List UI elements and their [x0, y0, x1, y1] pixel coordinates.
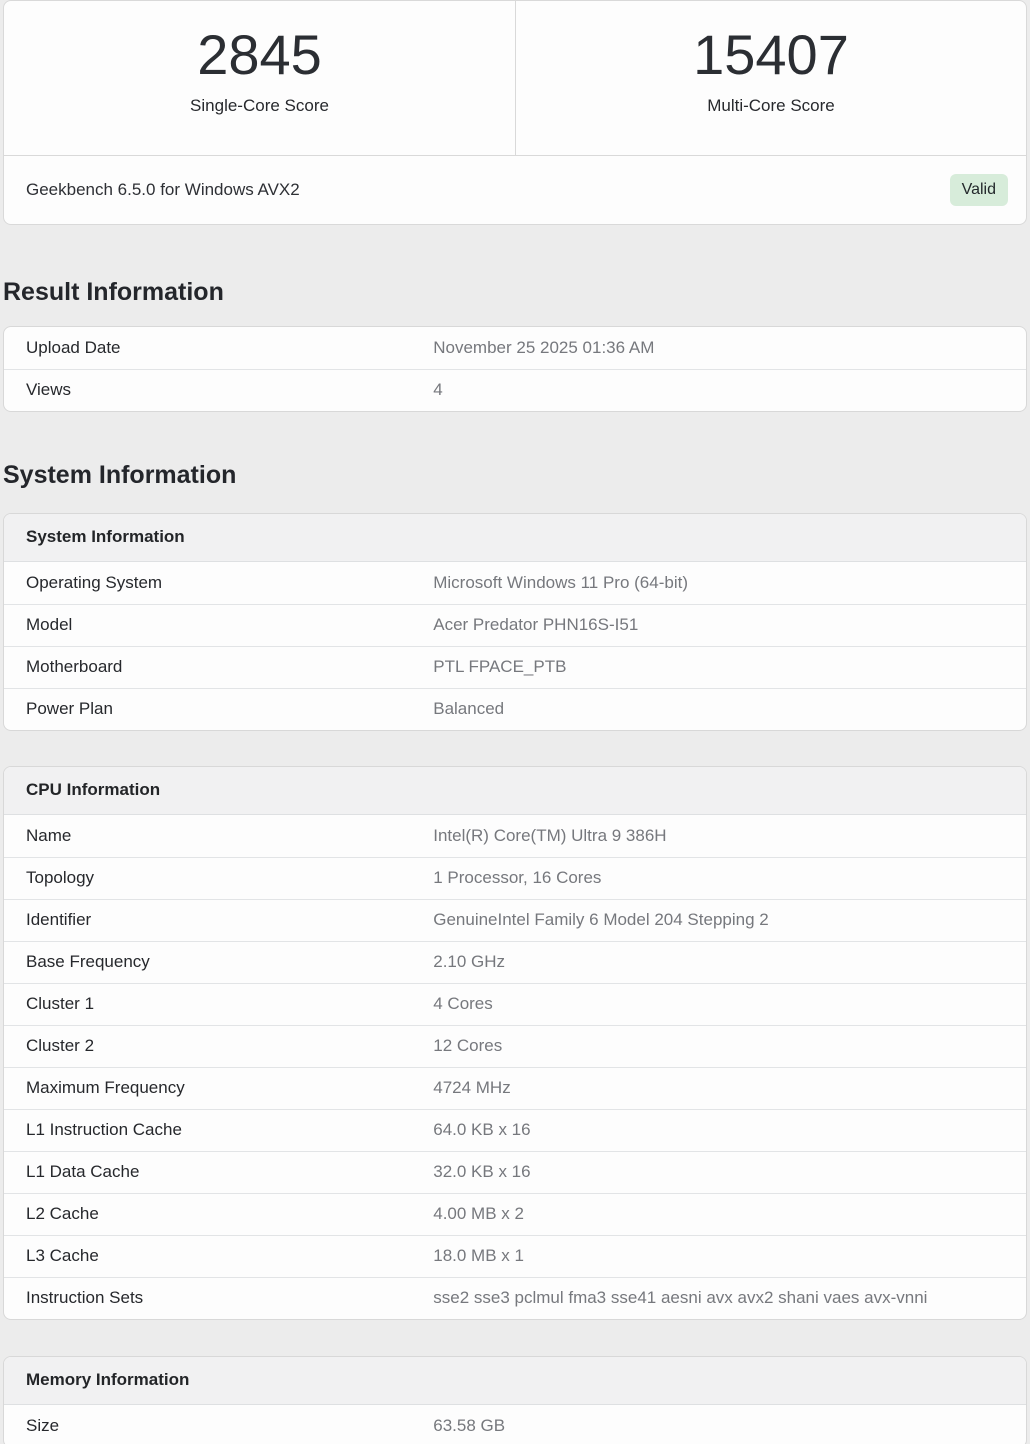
table-row: Instruction Sets sse2 sse3 pclmul fma3 ss…: [4, 1276, 1026, 1319]
row-value: Balanced: [433, 699, 505, 718]
table-row: Cluster 1 4 Cores: [4, 982, 1026, 1025]
row-label: L1 Data Cache: [26, 1162, 140, 1181]
memory-information-table-body: Size 63.58 GB: [4, 1405, 1026, 1444]
result-information-heading: Result Information: [3, 278, 224, 306]
single-core-score-value: 2845: [197, 23, 322, 86]
row-value: 12 Cores: [433, 1036, 503, 1055]
row-value: 4.00 MB x 2: [433, 1204, 524, 1223]
memory-information-table-header: Memory Information: [4, 1356, 1026, 1405]
row-label: Name: [26, 825, 72, 845]
row-label: Model: [26, 615, 73, 634]
row-value: PTL FPACE_PTB: [433, 657, 567, 676]
single-core-score-label: Single-Core Score: [190, 96, 329, 116]
system-information-table: System Information Operating System Micro…: [3, 512, 1027, 731]
benchmark-version-label: Geekbench 6.5.0 for Windows AVX2: [26, 180, 300, 199]
row-label: Instruction Sets: [26, 1288, 144, 1307]
table-row: Topology 1 Processor, 16 Cores: [4, 856, 1026, 899]
row-label: Cluster 2: [26, 1036, 95, 1055]
table-row: Operating System Microsoft Windows 11 Pro…: [4, 562, 1026, 604]
row-label: Power Plan: [26, 699, 113, 718]
row-value: November 25 2025 01:36 AM: [433, 337, 655, 357]
multi-core-score-label: Multi-Core Score: [707, 96, 835, 116]
result-information-table: Upload Date November 25 2025 01:36 AM View…: [3, 325, 1027, 412]
row-label: L1 Instruction Cache: [26, 1120, 182, 1139]
row-label: L3 Cache: [26, 1246, 99, 1265]
row-label: L2 Cache: [26, 1204, 99, 1223]
single-core-score-box: 2845 Single-Core Score: [4, 1, 515, 155]
row-value: GenuineIntel Family 6 Model 204 Stepping…: [433, 910, 769, 929]
cpu-information-table-body: Name Intel(R) Core(TM) Ultra 9 386H Topolo…: [4, 815, 1026, 1319]
row-label: Topology: [26, 868, 95, 887]
table-row: L3 Cache 18.0 MB x 1: [4, 1234, 1026, 1277]
valid-status-badge: Valid: [949, 174, 1008, 206]
row-value: Acer Predator PHN16S-I51: [433, 615, 639, 634]
row-label: Maximum Frequency: [26, 1078, 185, 1097]
system-information-heading: System Information: [3, 460, 237, 489]
row-label: Motherboard: [26, 657, 123, 676]
row-label: Size: [26, 1415, 60, 1435]
table-row: L1 Data Cache 32.0 KB x 16: [4, 1150, 1026, 1193]
table-row: Identifier GenuineIntel Family 6 Model 20…: [4, 898, 1026, 941]
row-value: 64.0 KB x 16: [433, 1120, 531, 1139]
row-value: 2.10 GHz: [433, 952, 506, 971]
row-label: Operating System: [26, 572, 163, 592]
page-container: 2845 Single-Core Score 15407 Multi-Core …: [0, 0, 1030, 1444]
table-row: Name Intel(R) Core(TM) Ultra 9 386H: [4, 815, 1026, 857]
table-row: Size 63.58 GB: [4, 1405, 1026, 1444]
row-value: 63.58 GB: [433, 1415, 506, 1435]
table-row: Power Plan Balanced: [4, 687, 1026, 730]
row-value: 32.0 KB x 16: [433, 1162, 531, 1181]
table-row: Maximum Frequency 4724 MHz: [4, 1066, 1026, 1109]
cpu-information-table-header: CPU Information: [4, 766, 1026, 815]
memory-information-table: Memory Information Size 63.58 GB: [3, 1355, 1027, 1444]
multi-core-score-box: 15407 Multi-Core Score: [515, 1, 1026, 155]
row-value: Microsoft Windows 11 Pro (64-bit): [433, 572, 688, 592]
row-value: 1 Processor, 16 Cores: [433, 868, 602, 887]
table-row: Views 4: [4, 368, 1026, 411]
multi-core-score-value: 15407: [693, 23, 849, 86]
table-row: Motherboard PTL FPACE_PTB: [4, 645, 1026, 688]
row-label: Cluster 1: [26, 994, 95, 1013]
score-summary-card: 2845 Single-Core Score 15407 Multi-Core …: [3, 0, 1027, 225]
table-row: Model Acer Predator PHN16S-I51: [4, 603, 1026, 646]
system-information-table-header: System Information: [4, 513, 1026, 562]
row-label: Base Frequency: [26, 952, 150, 971]
table-row: Cluster 2 12 Cores: [4, 1024, 1026, 1067]
table-row: Base Frequency 2.10 GHz: [4, 940, 1026, 983]
cpu-information-table: CPU Information Name Intel(R) Core(TM) Ul…: [3, 765, 1027, 1320]
row-value: 4: [433, 380, 443, 400]
row-label: Upload Date: [26, 337, 121, 357]
row-label: Identifier: [26, 910, 92, 929]
score-columns: 2845 Single-Core Score 15407 Multi-Core …: [4, 1, 1026, 155]
row-label: Views: [26, 380, 72, 400]
row-value: 18.0 MB x 1: [433, 1246, 524, 1265]
row-value: 4724 MHz: [433, 1078, 511, 1097]
table-row: L2 Cache 4.00 MB x 2: [4, 1192, 1026, 1235]
table-row: Upload Date November 25 2025 01:36 AM: [4, 327, 1026, 369]
row-value: 4 Cores: [433, 994, 493, 1013]
row-value: Intel(R) Core(TM) Ultra 9 386H: [433, 825, 667, 845]
benchmark-meta-row: Geekbench 6.5.0 for Windows AVX2 Valid: [4, 155, 1026, 224]
row-value: sse2 sse3 pclmul fma3 sse41 aesni avx av…: [433, 1288, 928, 1307]
table-row: L1 Instruction Cache 64.0 KB x 16: [4, 1108, 1026, 1151]
system-information-table-body: Operating System Microsoft Windows 11 Pro…: [4, 562, 1026, 730]
